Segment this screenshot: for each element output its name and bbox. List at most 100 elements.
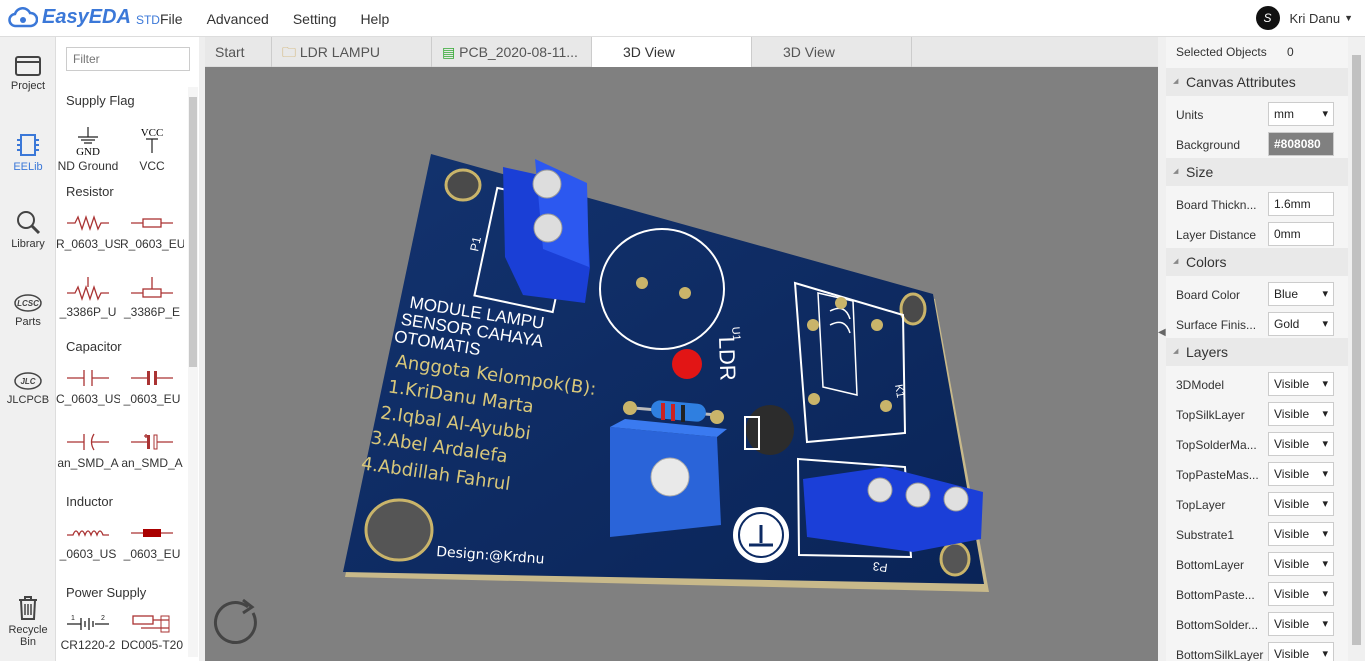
part-pot-eu[interactable]: _3386P_E (120, 267, 184, 329)
part-gnd[interactable]: GND ND Ground (56, 117, 120, 179)
board-color-select[interactable]: Blue (1268, 282, 1334, 306)
scrollbar-thumb[interactable] (1352, 55, 1361, 645)
category-power-supply[interactable]: Power Supply (66, 585, 146, 600)
app-logo[interactable]: EasyEDA STD (8, 6, 160, 29)
nav-eelib[interactable]: EELib (0, 132, 56, 173)
layer-visibility-select[interactable]: Visible (1268, 582, 1334, 606)
nav-project[interactable]: Project (0, 53, 56, 92)
section-colors[interactable]: Colors (1166, 248, 1348, 276)
layer-visibility-select[interactable]: Visible (1268, 552, 1334, 576)
svg-text:JLC: JLC (20, 377, 35, 386)
category-inductor[interactable]: Inductor (66, 494, 113, 509)
part-label: VCC (139, 159, 165, 173)
tab-3d-view-active[interactable]: 3D View (592, 37, 752, 67)
prop-layer-distance: Layer Distance 0mm (1176, 222, 1346, 250)
category-resistor[interactable]: Resistor (66, 184, 114, 199)
prop-label: BottomSilkLayer (1176, 648, 1264, 661)
layer-visibility-select[interactable]: Visible (1268, 522, 1334, 546)
svg-text:LCSC: LCSC (17, 299, 39, 308)
layer-visibility-select[interactable]: Visible (1268, 402, 1334, 426)
prop-label: TopSilkLayer (1176, 408, 1245, 422)
library-scrollbar[interactable] (188, 87, 198, 657)
menu-advanced[interactable]: Advanced (207, 11, 269, 27)
pad (880, 400, 892, 412)
layer-row: BottomLayer Visible (1176, 552, 1346, 580)
part-label: R_0603_EU (120, 237, 184, 251)
capacitor-eu-icon (131, 371, 173, 385)
terminal-screw (532, 169, 562, 199)
background-color-field[interactable]: #808080 (1268, 132, 1334, 156)
user-name[interactable]: Kri Danu (1290, 11, 1341, 26)
eelib-panel: Supply Flag GND ND Ground VCC VCC Resist… (56, 37, 202, 661)
category-capacitor[interactable]: Capacitor (66, 339, 122, 354)
section-canvas-attributes[interactable]: Canvas Attributes (1166, 68, 1348, 96)
layer-visibility-select[interactable]: Visible (1268, 612, 1334, 636)
part-cap-eu[interactable]: _0603_EU (120, 358, 184, 420)
menu-help[interactable]: Help (360, 11, 389, 27)
properties-scrollbar[interactable] (1348, 37, 1365, 661)
layer-visibility-select[interactable]: Visible (1268, 492, 1334, 516)
prop-label: Board Thickn... (1176, 198, 1257, 212)
tab-pcb[interactable]: ▤ PCB_2020-08-11... (432, 37, 592, 67)
main-menu: File Advanced Setting Help (160, 11, 413, 27)
part-pot-us[interactable]: _3386P_U (56, 267, 120, 329)
nav-recycle-bin[interactable]: Recycle Bin (0, 595, 56, 648)
pcb-file-icon: ▤ (442, 44, 456, 60)
chevron-down-icon[interactable]: ▼ (1344, 13, 1353, 23)
part-vcc[interactable]: VCC VCC (120, 117, 184, 179)
scrollbar-thumb[interactable] (189, 97, 197, 367)
board-thickness-input[interactable]: 1.6mm (1268, 192, 1334, 216)
layer-visibility-select[interactable]: Visible (1268, 432, 1334, 456)
nav-library[interactable]: Library (0, 209, 56, 250)
document-tabs: Start 🗀 LDR LAMPU ▤ PCB_2020-08-11... 3D… (205, 37, 1158, 67)
part-label: _0603_EU (123, 547, 181, 561)
part-dc-jack[interactable]: DC005-T20 (120, 604, 184, 661)
layer-visibility-select[interactable]: Visible (1268, 462, 1334, 486)
avatar[interactable]: S (1255, 6, 1280, 30)
prop-board-thickness: Board Thickn... 1.6mm (1176, 192, 1346, 220)
part-label: _3386P_U (59, 305, 117, 319)
pad (710, 410, 724, 424)
part-inductor-eu[interactable]: _0603_EU (120, 513, 184, 575)
nav-jlcpcb[interactable]: JLC JLCPCB (0, 371, 56, 406)
layer-visibility-select[interactable]: Visible (1268, 642, 1334, 661)
part-inductor-us[interactable]: _0603_US (56, 513, 120, 575)
layer-distance-input[interactable]: 0mm (1268, 222, 1334, 246)
filter-input[interactable] (66, 47, 190, 71)
part-resistor-eu[interactable]: R_0603_EU (120, 203, 184, 265)
surface-finish-select[interactable]: Gold (1268, 312, 1334, 336)
tab-start[interactable]: Start (205, 37, 272, 67)
tab-3d-view[interactable]: 3D View (752, 37, 912, 67)
user-menu[interactable]: S Kri Danu ▼ (1255, 6, 1353, 30)
app-name: EasyEDA (42, 6, 131, 28)
right-splitter[interactable]: ◀ (1158, 37, 1166, 661)
mounting-hole (364, 498, 434, 562)
section-size[interactable]: Size (1166, 158, 1348, 186)
layer-visibility-select[interactable]: Visible (1268, 372, 1334, 396)
part-cap-us[interactable]: C_0603_US (56, 358, 120, 420)
prop-background: Background #808080 (1176, 132, 1346, 160)
nav-label: EELib (13, 161, 43, 173)
lcsc-icon: LCSC (14, 294, 42, 312)
polarized-capacitor-icon (67, 433, 109, 451)
part-battery[interactable]: 12 CR1220-2 (56, 604, 120, 661)
tab-ldr-lampu[interactable]: 🗀 LDR LAMPU (272, 37, 432, 67)
category-supply-flag[interactable]: Supply Flag (66, 93, 135, 108)
part-tantalum-b[interactable]: an_SMD_A (120, 422, 184, 484)
prop-label: Surface Finis... (1176, 318, 1257, 332)
prop-label: Units (1176, 108, 1204, 122)
nav-parts[interactable]: LCSC Parts (0, 293, 56, 328)
cloud-logo-icon (8, 6, 38, 27)
units-select[interactable]: mm (1268, 102, 1334, 126)
part-resistor-us[interactable]: R_0603_US (56, 203, 120, 265)
rotate-view-button[interactable] (213, 598, 257, 645)
nav-label: Recycle Bin (8, 624, 48, 648)
part-tantalum-a[interactable]: an_SMD_A (56, 422, 120, 484)
3d-canvas[interactable]: P1 U1 LDR MODULE LAMPU SENSOR CAHAYA OTO… (205, 67, 1158, 661)
collapse-icon[interactable]: ◀ (1158, 327, 1166, 338)
terminal-screw (533, 213, 563, 243)
vcc-symbol-text: VCC (141, 127, 164, 139)
menu-setting[interactable]: Setting (293, 11, 337, 27)
menu-file[interactable]: File (160, 11, 183, 27)
section-layers[interactable]: Layers (1166, 338, 1348, 366)
